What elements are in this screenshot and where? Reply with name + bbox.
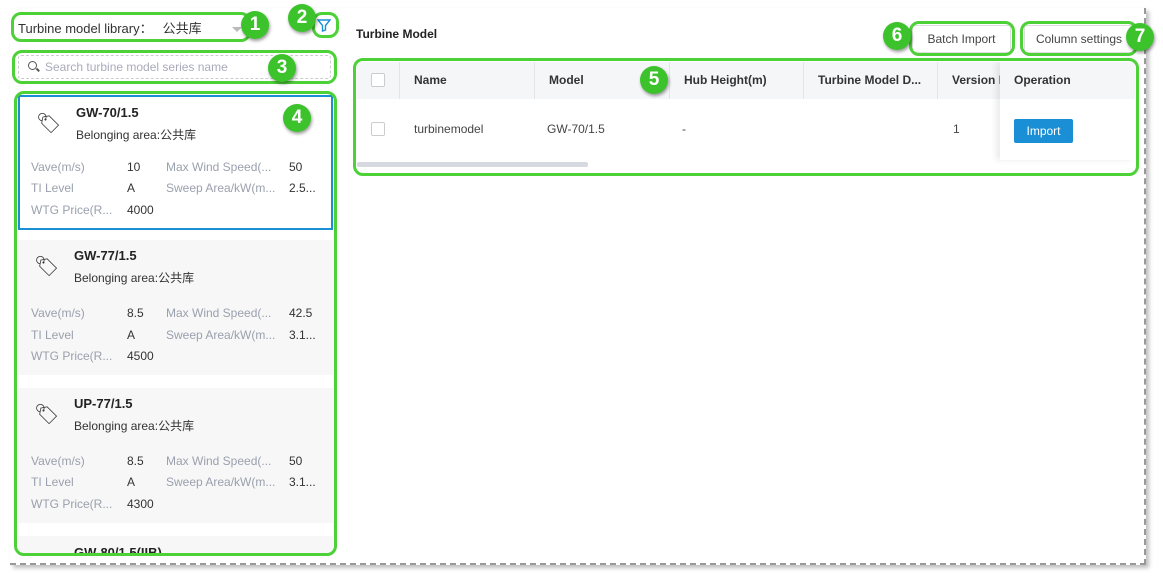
badge-4: 4 xyxy=(283,104,311,132)
badge-1: 1 xyxy=(241,11,269,39)
badge-3: 3 xyxy=(268,54,296,82)
highlight-batch-import xyxy=(909,21,1015,56)
highlight-table xyxy=(353,58,1139,176)
badge-6: 6 xyxy=(883,22,911,50)
highlight-filter xyxy=(312,12,339,38)
page-title: Turbine Model xyxy=(356,27,438,41)
highlight-library xyxy=(11,12,251,42)
highlight-column-settings xyxy=(1020,21,1138,56)
badge-2: 2 xyxy=(288,4,316,32)
highlight-cards xyxy=(14,91,337,556)
badge-5: 5 xyxy=(640,66,668,94)
badge-7: 7 xyxy=(1126,23,1154,51)
